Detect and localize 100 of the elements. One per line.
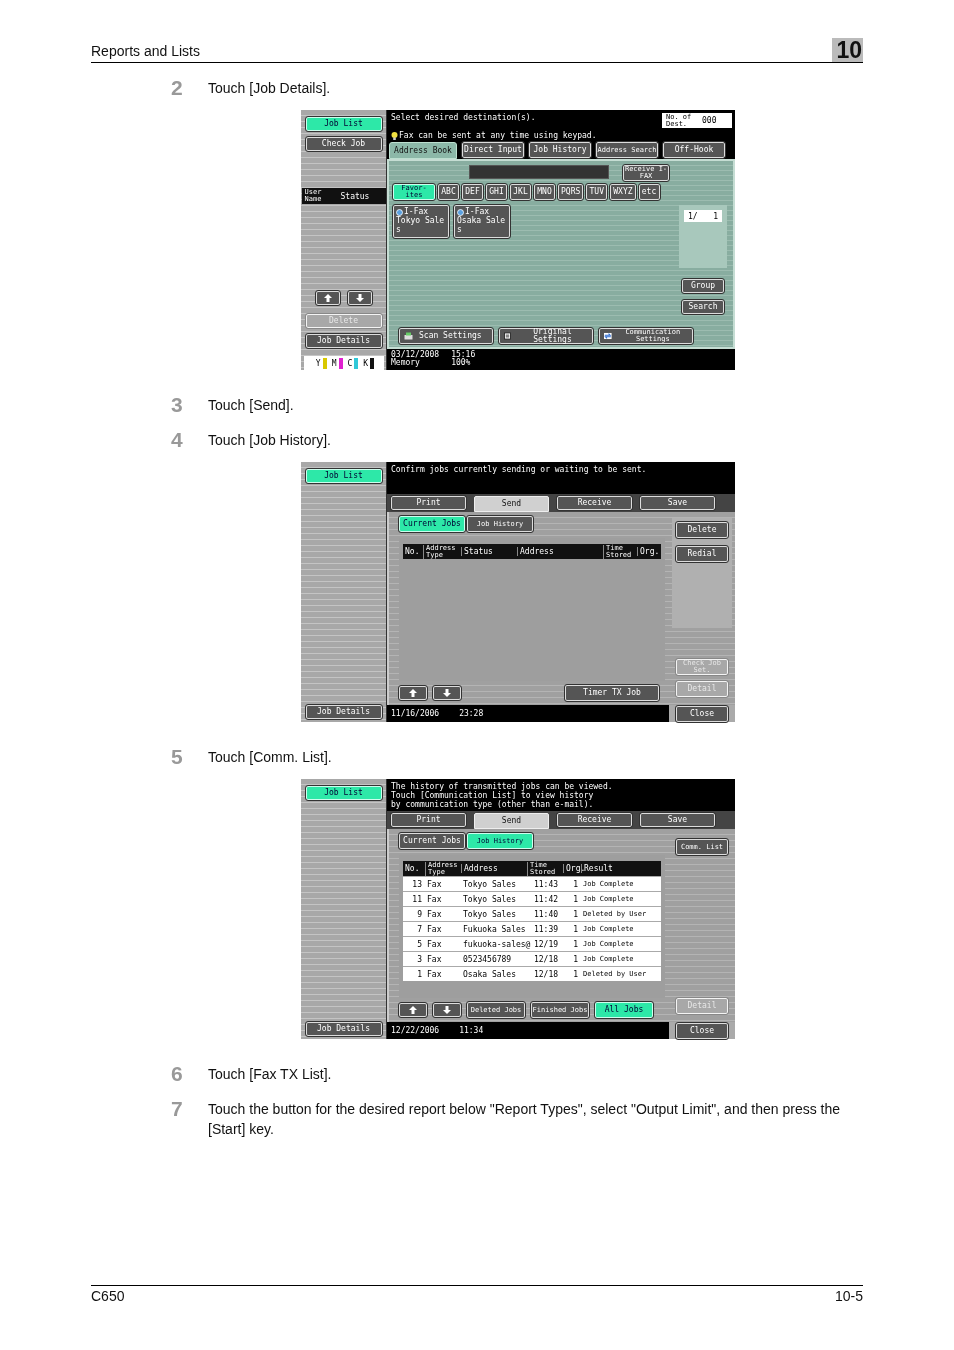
up-arrow-button[interactable] — [315, 291, 340, 305]
index-key[interactable]: ABC — [438, 184, 459, 200]
table-cell-text: 0523456789 — [462, 954, 513, 964]
tab[interactable]: Save — [640, 496, 715, 510]
down-arrow-button[interactable] — [433, 686, 461, 700]
table-cell-text: 9 — [416, 909, 423, 919]
side-button[interactable]: Search — [682, 300, 724, 314]
index-key[interactable]: JKL — [510, 184, 531, 200]
table-cell-text: 11:42 — [532, 894, 560, 904]
tab[interactable]: Current Jobs — [399, 833, 465, 849]
sidebar-button[interactable]: Job List — [305, 117, 382, 131]
toner-label: Y — [315, 358, 321, 368]
index-key[interactable]: etc — [638, 184, 660, 200]
down-arrow-button[interactable] — [347, 291, 372, 305]
column-header: Status — [340, 191, 370, 201]
table-cell-text: 3 — [416, 954, 423, 964]
table-cell-text: 1 — [572, 954, 579, 964]
input-field[interactable] — [469, 165, 609, 179]
step-number: 2 — [171, 78, 184, 98]
sidebar-button[interactable]: Job List — [305, 469, 382, 483]
column-header: No. — [404, 864, 421, 873]
table-cell-text: Fax — [426, 954, 443, 964]
destination-type: I-Fax — [404, 208, 429, 216]
toner-label: K — [363, 358, 369, 368]
table-cell-text: 1 — [416, 969, 423, 979]
side-button[interactable]: Group — [682, 279, 724, 293]
filter-button[interactable]: Timer TX Job — [565, 685, 659, 701]
side-button[interactable]: Redial — [676, 546, 728, 562]
table-cell-text: 13 — [411, 879, 423, 889]
tab[interactable]: Direct Input — [462, 142, 524, 158]
down-arrow-button[interactable] — [433, 1003, 461, 1017]
sidebar-button[interactable]: Check Job — [305, 137, 382, 151]
tab[interactable]: Address Book — [389, 142, 457, 159]
index-key[interactable]: PQRS — [558, 184, 584, 200]
transfer-arrows-icon — [604, 332, 612, 340]
section-title: Reports and Lists — [91, 43, 200, 61]
up-arrow-button[interactable] — [399, 686, 427, 700]
date-text: 11/16/2006 — [391, 709, 440, 718]
destination-name-rest: s — [396, 226, 401, 234]
tab[interactable]: Send — [474, 813, 549, 829]
chapter-number: 10 — [832, 38, 863, 62]
index-key[interactable]: MNO — [534, 184, 555, 200]
side-button[interactable]: Delete — [676, 522, 728, 538]
step-number: 4 — [171, 430, 184, 450]
hint-text: Fax can be sent at any time using keypad. — [399, 131, 597, 140]
destination-name-rest: s — [457, 226, 462, 234]
table-cell-text: Fax — [426, 924, 443, 934]
destination-button[interactable]: I-Fax Tokyo Sale s — [393, 205, 449, 238]
destination-name: Osaka Sale — [457, 217, 506, 225]
tab[interactable]: Send — [474, 496, 549, 512]
tab[interactable]: Job History — [529, 142, 591, 158]
table-cell-text: 11 — [411, 894, 423, 904]
time-text: 15:16 — [451, 351, 476, 359]
table-cell-text: 12/18 — [532, 954, 560, 964]
up-arrow-button[interactable] — [399, 1003, 427, 1017]
tab[interactable]: Print — [391, 496, 466, 510]
table-cell-text: 1 — [572, 924, 579, 934]
message-text: Select desired destination(s). — [391, 113, 536, 124]
up-arrow-icon — [409, 1006, 417, 1014]
time-text: 23:28 — [459, 709, 484, 718]
document-icon — [504, 332, 511, 340]
page-current: 1/ — [688, 211, 698, 221]
tab[interactable]: Receive — [557, 813, 632, 827]
settings-button[interactable]: Scan Settings — [399, 328, 493, 344]
toner-label: C — [347, 358, 353, 368]
tab[interactable]: Off-Hook — [663, 142, 725, 158]
sidebar-button[interactable]: Job Details — [305, 1022, 382, 1036]
tab[interactable]: Receive — [557, 496, 632, 510]
step-text: Touch [Send]. — [208, 396, 294, 415]
table-cell-text: 7 — [416, 924, 423, 934]
index-key[interactable]: WXYZ — [610, 184, 636, 200]
message-text: Confirm jobs currently sending or waiting to be sent. — [391, 465, 648, 474]
table-cell-text: Osaka Sales — [462, 969, 517, 979]
date-text: 12/22/2006 — [391, 1026, 440, 1035]
tab[interactable]: Save — [640, 813, 715, 827]
step-number: 3 — [171, 395, 184, 415]
sidebar-button[interactable]: Job Details — [305, 334, 382, 348]
message-text: Touch [Communication List] to view history — [391, 791, 595, 800]
filter-button[interactable]: All Jobs — [595, 1002, 653, 1018]
down-arrow-icon — [355, 294, 364, 302]
step-text: Touch [Comm. List]. — [208, 748, 332, 767]
column-header: Address — [461, 864, 527, 873]
sidebar-button[interactable]: Job Details — [305, 705, 382, 719]
index-key[interactable]: GHI — [486, 184, 507, 200]
tab[interactable]: Print — [391, 813, 466, 827]
close-button[interactable]: Close — [676, 1022, 728, 1039]
close-button[interactable]: Close — [676, 705, 728, 722]
tab[interactable]: Current Jobs — [399, 516, 465, 532]
index-key[interactable]: TUV — [586, 184, 608, 200]
table-cell-text: 1 — [572, 939, 579, 949]
column-header: No. — [404, 547, 421, 556]
sidebar-button[interactable]: Job List — [305, 786, 382, 800]
index-key[interactable]: DEF — [462, 184, 483, 200]
message-text: by communication type (other than e-mail). — [391, 800, 595, 809]
table-cell-text: 11:40 — [532, 909, 560, 919]
table-cell-text: Tokyo Sales — [462, 909, 517, 919]
step-text: Touch [Job History]. — [208, 431, 331, 450]
destination-button[interactable]: I-Fax Osaka Sale s — [454, 205, 510, 238]
table-cell-text: 1 — [572, 894, 579, 904]
destination-type: I-Fax — [465, 208, 490, 216]
